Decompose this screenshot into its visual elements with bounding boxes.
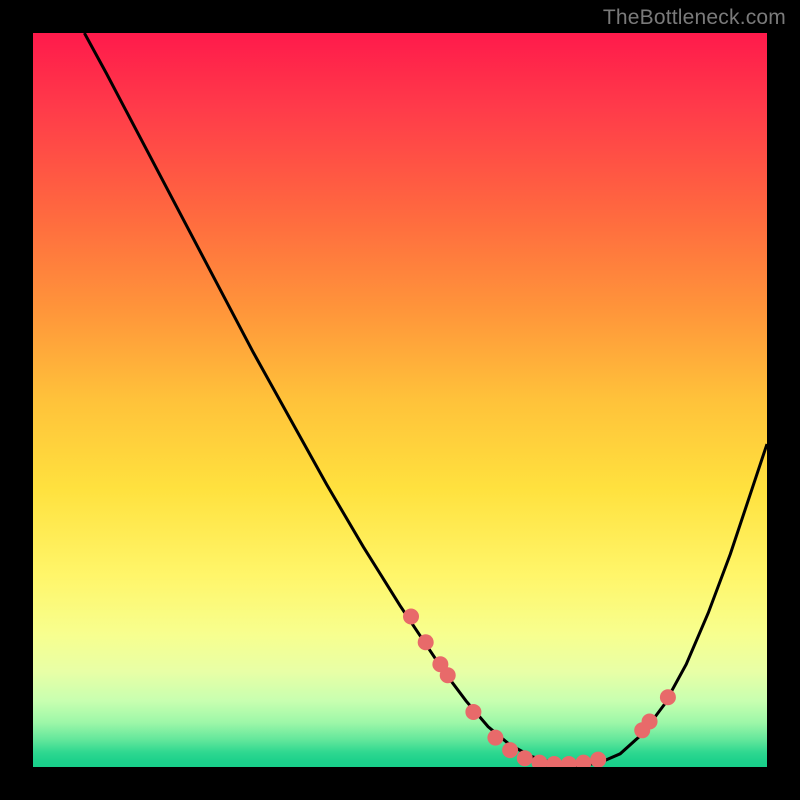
plot-area — [33, 33, 767, 767]
chart-frame: TheBottleneck.com — [0, 0, 800, 800]
highlight-dot — [590, 752, 606, 767]
highlight-dot — [487, 730, 503, 746]
highlight-dot — [502, 742, 518, 758]
highlight-dot — [642, 713, 658, 729]
highlight-dot — [517, 750, 533, 766]
highlight-dot — [576, 755, 592, 767]
bottleneck-curve — [84, 33, 767, 766]
highlight-dot — [465, 704, 481, 720]
highlight-dot — [440, 667, 456, 683]
highlight-dot — [660, 689, 676, 705]
highlight-dot — [561, 756, 577, 767]
watermark-text: TheBottleneck.com — [603, 6, 786, 30]
chart-svg — [33, 33, 767, 767]
highlight-dot — [546, 756, 562, 767]
highlight-dot — [418, 634, 434, 650]
highlight-dot — [403, 609, 419, 625]
highlight-dots — [403, 609, 676, 767]
